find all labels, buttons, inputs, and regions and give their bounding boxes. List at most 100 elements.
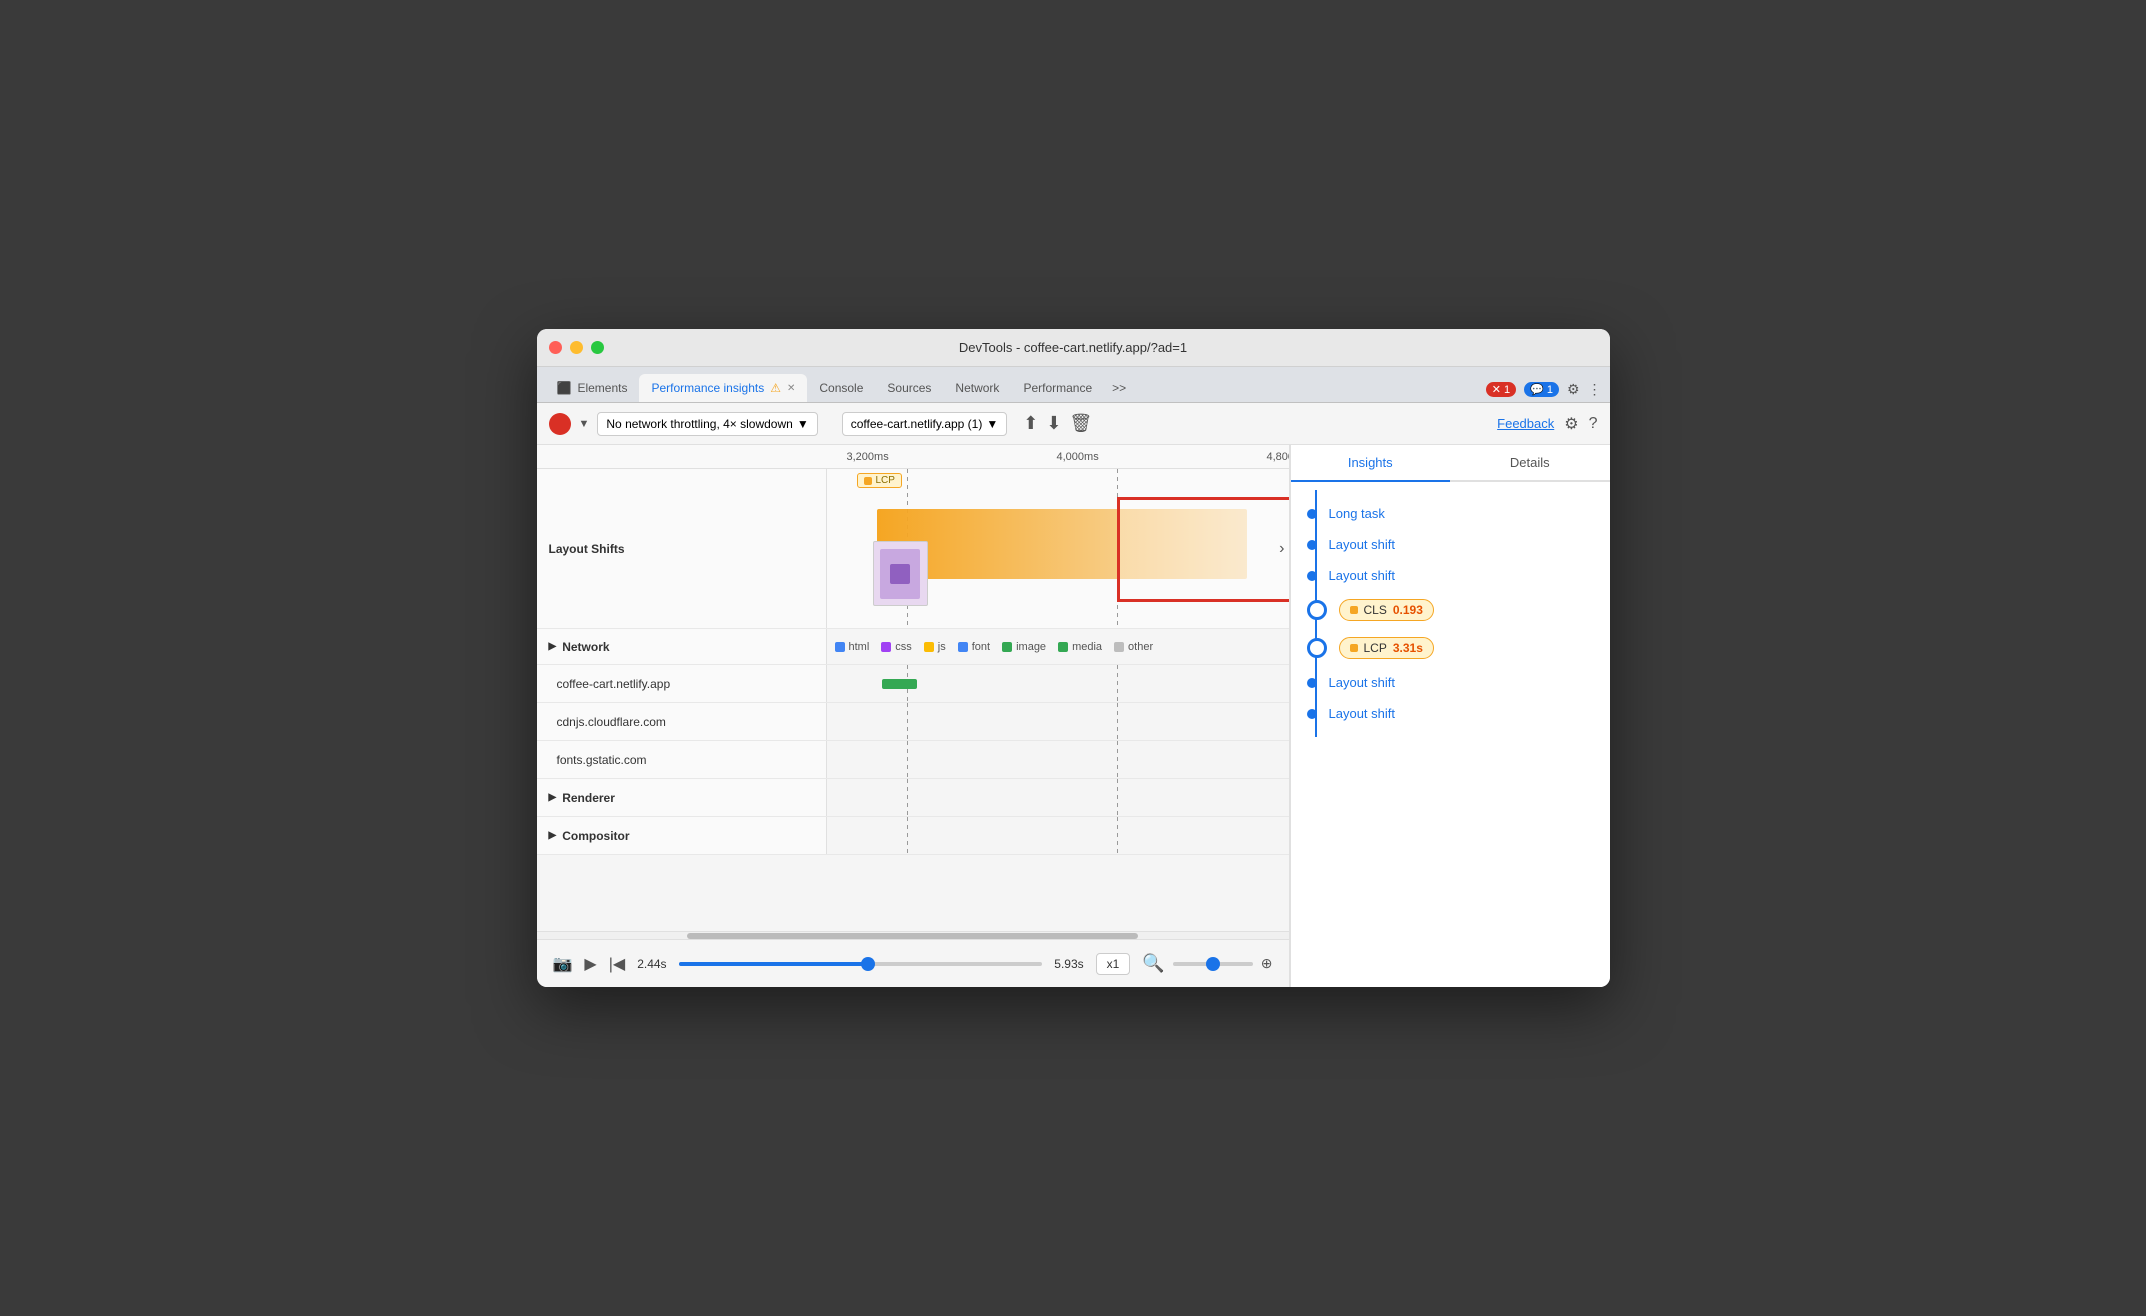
tab-performance-insights[interactable]: Performance insights ⚠ ✕ xyxy=(639,374,807,402)
dot-long-task xyxy=(1307,509,1317,519)
insights-content[interactable]: Long task Layout shift Layout shift xyxy=(1291,482,1610,987)
tab-console[interactable]: Console xyxy=(807,374,875,402)
slider-thumb[interactable] xyxy=(861,957,875,971)
insight-item-long-task: Long task xyxy=(1291,498,1610,529)
link-long-task[interactable]: Long task xyxy=(1329,506,1385,521)
close-button[interactable] xyxy=(549,341,562,354)
legend-image: image xyxy=(1002,641,1046,653)
network-item-chart-1 xyxy=(827,665,1289,702)
insight-item-layout-shift-3: Layout shift xyxy=(1291,667,1610,698)
link-layout-shift-1[interactable]: Layout shift xyxy=(1329,537,1396,552)
compositor-expand-icon[interactable]: ▶ xyxy=(549,830,557,841)
expand-right-icon[interactable]: › xyxy=(1279,540,1284,558)
timeline-slider[interactable] xyxy=(679,962,1043,966)
zoom-slider[interactable] xyxy=(1173,962,1253,966)
network-legend: html css js xyxy=(827,629,1289,664)
net-dline-2 xyxy=(1117,665,1118,702)
horizontal-scrollbar[interactable] xyxy=(537,931,1289,939)
time-tick-3200: 3,200ms xyxy=(847,451,889,463)
chevron-down-icon[interactable]: ▼ xyxy=(579,418,590,430)
tab-performance[interactable]: Performance xyxy=(1011,374,1104,402)
legend-media: media xyxy=(1058,641,1102,653)
legend-other: other xyxy=(1114,641,1153,653)
renderer-chart xyxy=(827,779,1289,816)
cls-badge-dot xyxy=(1350,606,1358,614)
comp-dline-1 xyxy=(907,817,908,854)
insight-item-layout-shift-1: Layout shift xyxy=(1291,529,1610,560)
main-area: 3,200ms 4,000ms 4,800ms Layout Shifts xyxy=(537,445,1610,987)
scrollbar-thumb-horizontal[interactable] xyxy=(687,933,1138,939)
help-icon[interactable]: ? xyxy=(1589,415,1598,433)
net-dline-6 xyxy=(1117,741,1118,778)
insight-item-layout-shift-2: Layout shift xyxy=(1291,560,1610,591)
network-expand-icon[interactable]: ▶ xyxy=(549,641,557,652)
speed-badge[interactable]: x1 xyxy=(1096,953,1131,975)
feedback-link[interactable]: Feedback xyxy=(1497,416,1554,431)
upload-icon[interactable]: ⬆ xyxy=(1023,413,1038,434)
tab-elements[interactable]: ⬛ Elements xyxy=(545,374,640,402)
toolbar-right: Feedback ⚙ ? xyxy=(1497,414,1597,434)
minimize-button[interactable] xyxy=(570,341,583,354)
zoom-out-icon[interactable]: 🔍 xyxy=(1142,953,1164,974)
compositor-chart xyxy=(827,817,1289,854)
tab-insights[interactable]: Insights xyxy=(1291,445,1451,482)
tab-network[interactable]: Network xyxy=(943,374,1011,402)
tab-sources[interactable]: Sources xyxy=(875,374,943,402)
tab-elements-icon: ⬛ xyxy=(557,381,572,395)
legend-html: html xyxy=(835,641,870,653)
more-tabs-button[interactable]: >> xyxy=(1104,374,1134,402)
cls-label: CLS xyxy=(1364,603,1387,617)
title-bar: DevTools - coffee-cart.netlify.app/?ad=1 xyxy=(537,329,1610,367)
tab-performance-label: Performance insights xyxy=(651,381,764,395)
play-button[interactable]: ▶ xyxy=(584,954,596,974)
lcp-value: 3.31s xyxy=(1393,641,1423,655)
thumbnail-1 xyxy=(873,541,928,606)
timeline-content[interactable]: Layout Shifts LCP xyxy=(537,469,1289,931)
network-item-chart-3 xyxy=(827,741,1289,778)
lcp-badge: LCP xyxy=(857,473,902,488)
tab-bar-right: ✕ 1 💬 1 ⚙ ⋮ xyxy=(1486,381,1602,402)
tab-sources-label: Sources xyxy=(887,381,931,395)
link-layout-shift-3[interactable]: Layout shift xyxy=(1329,675,1396,690)
network-item-label-2: cdnjs.cloudflare.com xyxy=(537,703,827,740)
zoom-thumb[interactable] xyxy=(1206,957,1220,971)
font-color-dot xyxy=(958,642,968,652)
dot-layout-shift-4 xyxy=(1307,709,1317,719)
link-layout-shift-2[interactable]: Layout shift xyxy=(1329,568,1396,583)
lcp-badge-dot xyxy=(1350,644,1358,652)
net-dline-3 xyxy=(907,703,908,740)
maximize-button[interactable] xyxy=(591,341,604,354)
bottom-controls: 📷 ▶ |◀ 2.44s 5.93s x1 🔍 ⊕ xyxy=(537,939,1289,987)
record-button[interactable] xyxy=(549,413,571,435)
other-color-dot xyxy=(1114,642,1124,652)
lcp-badge-insight: LCP 3.31s xyxy=(1339,637,1434,659)
download-icon[interactable]: ⬇ xyxy=(1046,413,1061,434)
throttling-chevron-icon: ▼ xyxy=(797,417,809,431)
tab-elements-label: Elements xyxy=(577,381,627,395)
network-item-row-3: fonts.gstatic.com xyxy=(537,741,1289,779)
tab-details[interactable]: Details xyxy=(1450,445,1610,480)
url-select[interactable]: coffee-cart.netlify.app (1) ▼ xyxy=(842,412,1008,436)
zoom-in-icon[interactable]: ⊕ xyxy=(1261,955,1273,972)
rend-dline-1 xyxy=(907,779,908,816)
net-dline-4 xyxy=(1117,703,1118,740)
settings-icon[interactable]: ⚙ xyxy=(1567,381,1580,398)
throttling-select[interactable]: No network throttling, 4× slowdown ▼ xyxy=(597,412,817,436)
toolbar: ▼ No network throttling, 4× slowdown ▼ c… xyxy=(537,403,1610,445)
compositor-text: Compositor xyxy=(562,829,629,843)
link-layout-shift-4[interactable]: Layout shift xyxy=(1329,706,1396,721)
trash-icon[interactable]: 🗑 xyxy=(1069,413,1092,434)
settings-gear-icon[interactable]: ⚙ xyxy=(1564,414,1578,434)
renderer-expand-icon[interactable]: ▶ xyxy=(549,792,557,803)
layout-shifts-section: Layout Shifts LCP xyxy=(537,469,1289,629)
screenshot-button[interactable]: 📷 xyxy=(553,954,573,974)
to-start-button[interactable]: |◀ xyxy=(609,954,625,974)
cls-value: 0.193 xyxy=(1393,603,1423,617)
network-text: Network xyxy=(562,640,609,654)
more-options-icon[interactable]: ⋮ xyxy=(1588,381,1602,398)
insights-tabs: Insights Details xyxy=(1291,445,1610,482)
close-tab-icon[interactable]: ✕ xyxy=(787,383,795,394)
network-item-label-3: fonts.gstatic.com xyxy=(537,741,827,778)
layout-shifts-label: Layout Shifts xyxy=(537,469,827,628)
renderer-text: Renderer xyxy=(562,791,615,805)
